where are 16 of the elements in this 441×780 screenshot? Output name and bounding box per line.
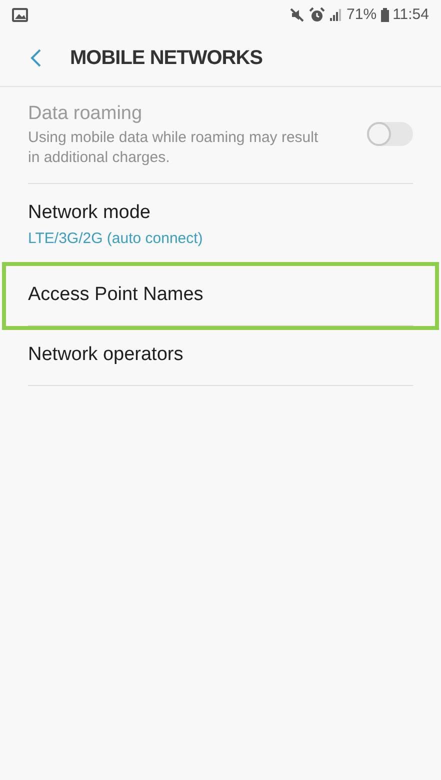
item-value: LTE/3G/2G (auto connect) [28,228,204,248]
battery-icon [380,8,389,22]
item-title: Access Point Names [28,283,204,308]
battery-percent: 71% [346,4,377,25]
image-icon [12,8,28,22]
settings-item[interactable]: Access Point Names [2,262,439,330]
signal-icon [328,8,343,22]
item-title: Network mode [28,201,152,225]
screen-title: MOBILE NETWORKS [70,46,262,71]
alarm-icon [308,7,325,23]
back-icon [30,48,42,68]
mute-icon [288,7,305,23]
clock: 11:54 [392,4,429,25]
item-title: Network operators [28,343,184,368]
item-title: Data roaming [28,102,144,126]
item-description: Using mobile data while roaming may result in additional charges. [28,128,320,168]
